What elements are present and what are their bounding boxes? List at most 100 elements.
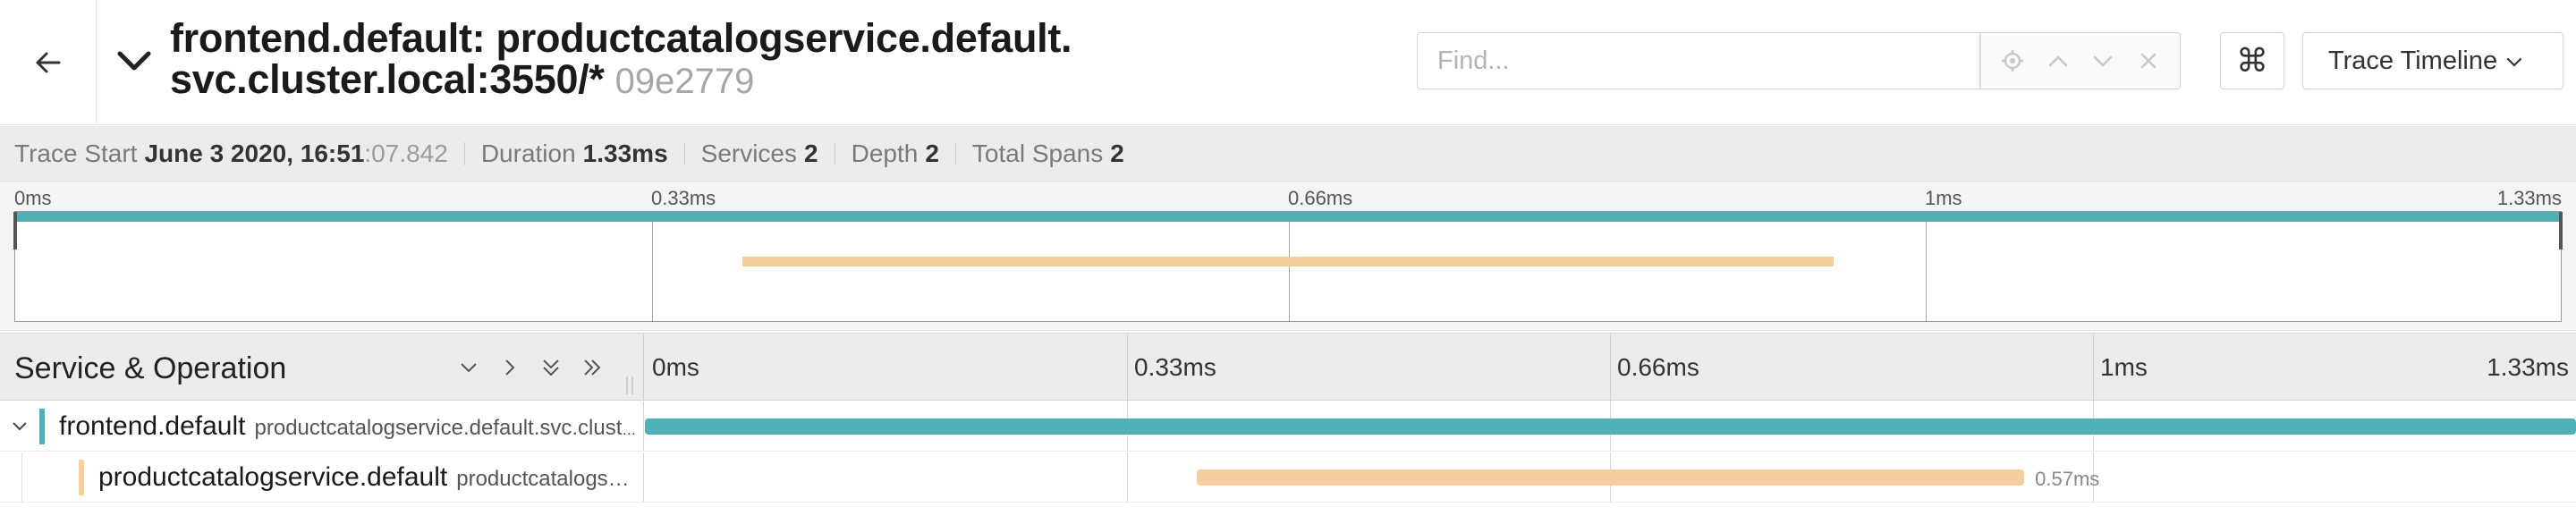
- trace-title: frontend.default: productcatalogservice.…: [170, 18, 1136, 102]
- header-collapse-toggle[interactable]: [113, 43, 156, 79]
- trace-start-seconds: :07.842: [364, 139, 448, 167]
- command-key-icon: ⌘: [2236, 42, 2268, 79]
- minimap-gridline: [1289, 212, 1290, 321]
- search-input[interactable]: [1418, 33, 1979, 89]
- minimap-left-handle[interactable]: [13, 212, 17, 249]
- span-timeline[interactable]: 0.57ms: [645, 452, 2576, 502]
- trace-header: frontend.default: productcatalogservice.…: [0, 0, 2576, 125]
- keyboard-shortcuts-button[interactable]: ⌘: [2220, 32, 2284, 89]
- depth-value: 2: [925, 139, 939, 167]
- collapse-all-button[interactable]: [537, 353, 565, 382]
- minimap-span: [742, 257, 1834, 266]
- expand-one-button[interactable]: [496, 353, 524, 382]
- total-spans: Total Spans 2: [972, 139, 1124, 168]
- service-name: productcatalogservice.default: [98, 462, 448, 492]
- trace-start-date: June 3 2020, 16:51: [144, 139, 365, 167]
- previous-match-button[interactable]: [2039, 42, 2077, 80]
- find-box: [1417, 32, 1980, 89]
- expand-all-button[interactable]: [578, 353, 606, 382]
- close-icon: [2140, 53, 2156, 69]
- trace-start-value: June 3 2020, 16:51:07.842: [144, 139, 447, 168]
- span-name: frontend.default productcatalogservice.de…: [59, 411, 637, 442]
- minimap-tick: 0.66ms: [1288, 187, 1353, 209]
- timeline-gridline: [1127, 452, 1128, 502]
- minimap-tick: 0ms: [14, 187, 52, 209]
- trace-title-line1: frontend.default: productcatalogservice.…: [170, 15, 1072, 61]
- timeline-tick: 1ms: [2100, 353, 2148, 381]
- operation-name: productcatalogservice.default.svc.clust…: [254, 416, 638, 440]
- service-color-marker: [39, 409, 45, 444]
- chevron-down-icon: [117, 51, 151, 71]
- total-spans-value: 2: [1110, 139, 1124, 167]
- timeline-header: Service & Operation 0ms 0.33ms 0.66ms 1m…: [0, 333, 2576, 401]
- chevron-down-icon: [2094, 55, 2113, 67]
- services: Services 2: [701, 139, 818, 168]
- divider: [954, 141, 956, 165]
- timeline-gridline: [1610, 334, 1611, 401]
- collapse-one-button[interactable]: [454, 353, 483, 382]
- span-bar[interactable]: [1196, 469, 2025, 486]
- span-duration-label: 0.57ms: [2035, 468, 2100, 490]
- service-name: frontend.default: [59, 411, 246, 441]
- trace-start-label: Trace Start: [14, 139, 138, 167]
- span-row-label[interactable]: productcatalogservice.default productcata…: [0, 452, 644, 502]
- minimap-span: [15, 212, 2561, 222]
- minimap-gridline: [1926, 212, 1927, 321]
- service-operation-header: Service & Operation: [0, 334, 644, 400]
- chevron-down-icon: [461, 363, 477, 373]
- double-chevron-right-icon: [584, 359, 601, 376]
- clear-search-button[interactable]: [2130, 42, 2167, 80]
- column-resizer[interactable]: [626, 376, 637, 394]
- timeline-tick: 0.66ms: [1617, 353, 1699, 381]
- view-type-select[interactable]: Trace Timeline: [2302, 32, 2563, 89]
- service-color-marker: [79, 460, 84, 495]
- timeline-gridline: [2093, 334, 2094, 401]
- span-bar[interactable]: [645, 418, 2576, 435]
- trace-minimap[interactable]: 0ms 0.33ms 0.66ms 1ms 1.33ms: [0, 182, 2576, 331]
- indent-guide: [21, 452, 22, 502]
- trace-title-line2: svc.cluster.local:3550/*: [170, 56, 605, 102]
- divider: [683, 141, 685, 165]
- minimap-tick: 1ms: [1925, 187, 1962, 209]
- divider: [463, 141, 465, 165]
- chevron-up-icon: [2048, 55, 2067, 67]
- minimap-tick: 1.33ms: [2496, 187, 2562, 209]
- minimap-tick: 0.33ms: [651, 187, 716, 209]
- total-spans-label: Total Spans: [971, 139, 1104, 167]
- span-row[interactable]: frontend.default productcatalogservice.de…: [0, 401, 2576, 452]
- minimap-gridline: [652, 212, 653, 321]
- minimap-right-handle[interactable]: [2559, 212, 2563, 249]
- span-name: productcatalogservice.default productcata…: [98, 462, 637, 493]
- chevron-down-icon: [2506, 57, 2522, 67]
- timeline-tick: 1.33ms: [2487, 353, 2569, 381]
- depth-label: Depth: [851, 139, 919, 167]
- minimap-canvas[interactable]: [13, 211, 2563, 322]
- double-chevron-down-icon: [543, 359, 559, 376]
- locate-button[interactable]: [1994, 42, 2031, 80]
- operation-name: productcatalogs…: [456, 467, 630, 491]
- crosshair-icon: [2002, 50, 2024, 72]
- service-operation-title: Service & Operation: [14, 351, 287, 385]
- trace-id: 09e2779: [614, 62, 755, 101]
- services-label: Services: [700, 139, 798, 167]
- timeline-tick: 0.33ms: [1134, 353, 1216, 381]
- span-timeline[interactable]: [645, 401, 2576, 451]
- timeline-tick: 0ms: [652, 353, 699, 381]
- span-row-label[interactable]: frontend.default productcatalogservice.de…: [0, 401, 644, 451]
- trace-start: Trace Start June 3 2020, 16:51:07.842: [14, 139, 448, 168]
- back-button[interactable]: [0, 0, 97, 125]
- trace-summary-bar: Trace Start June 3 2020, 16:51:07.842 Du…: [0, 126, 2576, 182]
- find-controls: [1980, 32, 2181, 89]
- span-row[interactable]: productcatalogservice.default productcata…: [0, 452, 2576, 503]
- chevron-right-icon: [505, 359, 515, 376]
- timeline-gridline: [1127, 334, 1128, 401]
- span-row-toggle[interactable]: [7, 414, 32, 439]
- arrow-left-icon: [36, 52, 60, 73]
- depth: Depth 2: [852, 139, 939, 168]
- services-value: 2: [804, 139, 818, 167]
- chevron-down-icon: [13, 422, 27, 431]
- duration-value: 1.33ms: [582, 139, 668, 167]
- view-type-label: Trace Timeline: [2328, 46, 2498, 75]
- next-match-button[interactable]: [2084, 42, 2122, 80]
- duration-label: Duration: [480, 139, 576, 167]
